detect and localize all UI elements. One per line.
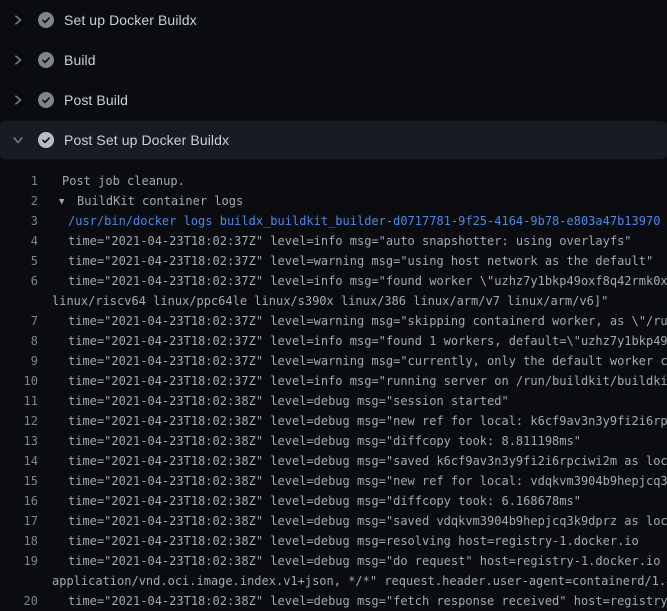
line-number [0, 291, 38, 311]
line-number[interactable]: 5 [0, 251, 38, 271]
line-number[interactable]: 18 [0, 531, 38, 551]
log-line: 3/usr/bin/docker logs buildx_buildkit_bu… [0, 211, 667, 231]
log-text: time="2021-04-23T18:02:38Z" level=debug … [68, 551, 667, 571]
log-text: time="2021-04-23T18:02:38Z" level=debug … [68, 391, 509, 411]
group-collapse-triangle-icon[interactable]: ▼ [59, 192, 69, 211]
log-text: time="2021-04-23T18:02:38Z" level=debug … [68, 491, 581, 511]
step-label: Build [64, 52, 96, 68]
log-line-continuation: linux/riscv64 linux/ppc64le linux/s390x … [0, 291, 667, 311]
log-text: linux/riscv64 linux/ppc64le linux/s390x … [52, 291, 608, 311]
chevron-down-icon[interactable] [12, 134, 24, 146]
line-number[interactable]: 12 [0, 411, 38, 431]
line-number[interactable]: 15 [0, 471, 38, 491]
step-label: Post Build [64, 92, 128, 108]
log-line: 11 time="2021-04-23T18:02:38Z" level=debu… [0, 391, 667, 411]
log-text: time="2021-04-23T18:02:37Z" level=info m… [68, 231, 632, 251]
log-text: time="2021-04-23T18:02:37Z" level=info m… [68, 271, 667, 291]
log-line: 12 time="2021-04-23T18:02:38Z" level=debu… [0, 411, 667, 431]
step-header-build[interactable]: Build [0, 40, 667, 80]
log-text: time="2021-04-23T18:02:37Z" level=info m… [68, 331, 667, 351]
line-number[interactable]: 11 [0, 391, 38, 411]
check-circle-icon [38, 92, 54, 108]
log-line: 5 time="2021-04-23T18:02:37Z" level=warni… [0, 251, 667, 271]
line-number[interactable]: 16 [0, 491, 38, 511]
step-label: Set up Docker Buildx [64, 12, 197, 28]
line-number[interactable]: 19 [0, 551, 38, 571]
chevron-right-icon[interactable] [12, 54, 24, 66]
log-line: 8 time="2021-04-23T18:02:37Z" level=info … [0, 331, 667, 351]
line-number[interactable]: 9 [0, 351, 38, 371]
log-command-text: /usr/bin/docker logs buildx_buildkit_bui… [68, 211, 660, 231]
log-text: time="2021-04-23T18:02:38Z" level=debug … [68, 411, 667, 431]
log-line: 13 time="2021-04-23T18:02:38Z" level=debu… [0, 431, 667, 451]
line-number[interactable]: 3 [0, 211, 38, 231]
line-number[interactable]: 7 [0, 311, 38, 331]
log-line: 14 time="2021-04-23T18:02:38Z" level=debu… [0, 451, 667, 471]
log-line: 1 Post job cleanup. [0, 171, 667, 191]
chevron-right-icon[interactable] [12, 94, 24, 106]
log-line: 7 time="2021-04-23T18:02:37Z" level=warni… [0, 311, 667, 331]
log-line: 4 time="2021-04-23T18:02:37Z" level=info … [0, 231, 667, 251]
log-text: time="2021-04-23T18:02:37Z" level=warnin… [68, 251, 653, 271]
line-number[interactable]: 1 [0, 171, 38, 191]
log-text: time="2021-04-23T18:02:38Z" level=debug … [68, 431, 581, 451]
line-number[interactable]: 14 [0, 451, 38, 471]
log-group-label: BuildKit container logs [77, 194, 243, 208]
log-line: 16 time="2021-04-23T18:02:38Z" level=debu… [0, 491, 667, 511]
log-text: time="2021-04-23T18:02:38Z" level=debug … [68, 451, 667, 471]
log-text: Post job cleanup. [62, 171, 185, 191]
log-text: time="2021-04-23T18:02:37Z" level=info m… [68, 371, 667, 391]
step-header-post-build[interactable]: Post Build [0, 80, 667, 120]
log-text: application/vnd.oci.image.index.v1+json,… [52, 571, 667, 591]
check-circle-icon [38, 52, 54, 68]
log-line: 15 time="2021-04-23T18:02:38Z" level=debu… [0, 471, 667, 491]
line-number[interactable]: 2 [0, 191, 38, 211]
log-line: 17 time="2021-04-23T18:02:38Z" level=debu… [0, 511, 667, 531]
check-circle-icon [38, 132, 54, 148]
log-line-continuation: application/vnd.oci.image.index.v1+json,… [0, 571, 667, 591]
line-number [0, 571, 38, 591]
line-number[interactable]: 4 [0, 231, 38, 251]
log-line: 2 ▼ BuildKit container logs [0, 191, 667, 211]
log-text: time="2021-04-23T18:02:37Z" level=warnin… [68, 311, 667, 331]
log-text: time="2021-04-23T18:02:38Z" level=debug … [68, 591, 667, 611]
line-number[interactable]: 10 [0, 371, 38, 391]
log-line: 18 time="2021-04-23T18:02:38Z" level=debu… [0, 531, 667, 551]
line-number[interactable]: 13 [0, 431, 38, 451]
log-text: time="2021-04-23T18:02:37Z" level=warnin… [68, 351, 667, 371]
log-viewer: 1 Post job cleanup. 2 ▼ BuildKit container l… [0, 160, 667, 611]
log-group-toggle[interactable]: ▼ BuildKit container logs [59, 191, 243, 211]
log-line: 20 time="2021-04-23T18:02:38Z" level=debu… [0, 591, 667, 611]
step-label: Post Set up Docker Buildx [64, 132, 229, 148]
log-text: time="2021-04-23T18:02:38Z" level=debug … [68, 471, 667, 491]
line-number[interactable]: 8 [0, 331, 38, 351]
log-text: time="2021-04-23T18:02:38Z" level=debug … [68, 531, 639, 551]
log-line: 6 time="2021-04-23T18:02:37Z" level=info … [0, 271, 667, 291]
log-text: time="2021-04-23T18:02:38Z" level=debug … [68, 511, 667, 531]
line-number[interactable]: 6 [0, 271, 38, 291]
check-circle-icon [38, 12, 54, 28]
step-header-set-up-docker-buildx[interactable]: Set up Docker Buildx [0, 0, 667, 40]
steps-list: Set up Docker Buildx Build Post Build Post … [0, 0, 667, 159]
line-number[interactable]: 17 [0, 511, 38, 531]
line-number[interactable]: 20 [0, 591, 38, 611]
chevron-right-icon[interactable] [12, 14, 24, 26]
log-line: 9 time="2021-04-23T18:02:37Z" level=warni… [0, 351, 667, 371]
log-line: 10 time="2021-04-23T18:02:37Z" level=info… [0, 371, 667, 391]
step-header-post-set-up-docker-buildx[interactable]: Post Set up Docker Buildx [0, 121, 667, 159]
log-line: 19 time="2021-04-23T18:02:38Z" level=debu… [0, 551, 667, 571]
